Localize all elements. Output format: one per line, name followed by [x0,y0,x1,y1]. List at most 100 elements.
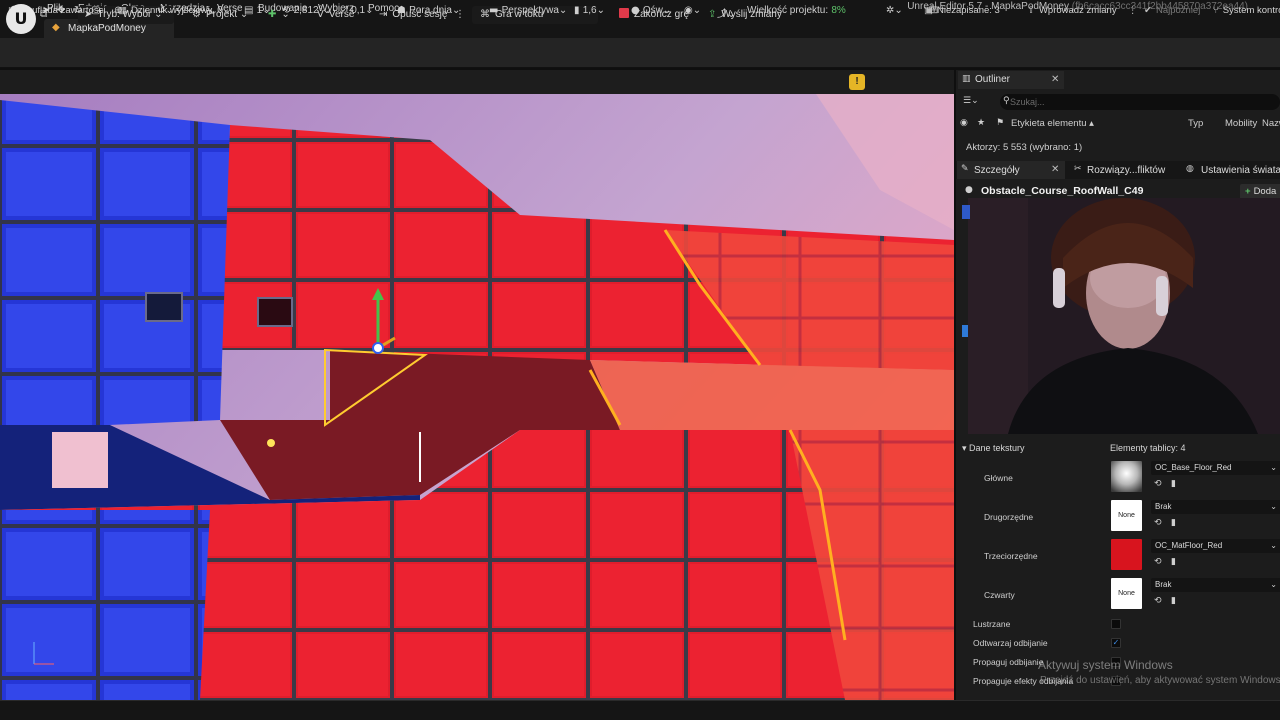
scale-snap-toggle[interactable]: ⤢ 0,1⌄ [340,5,373,16]
search-icon: ⚲ [1003,96,1010,106]
slot-main-thumbnail[interactable] [1111,461,1142,492]
level-icon: ◆ [52,22,60,33]
push-changes-icon: ⇪ [708,9,717,20]
prop-mirrored-checkbox[interactable] [1111,619,1121,629]
camera-speed-value: 1,6 [582,5,597,16]
outliner-search-input[interactable]: Szukaj... [1000,94,1280,110]
filter-icon[interactable]: ☰⌄ [963,96,979,106]
status-bar [0,700,1280,720]
scale-snap-value: 0,1 [351,5,366,16]
level-viewport[interactable] [0,70,954,700]
output-log-button[interactable]: ▦ Dziennik wyjściowy [118,5,212,16]
lighting-label: Ośw [642,5,663,16]
rotation-snap-toggle[interactable]: ⟲ 2,812°⌄ [282,5,331,16]
browse-folder-icon[interactable]: ▮ [1171,479,1176,489]
slot-tertiary-label: Trzeciorzędne [984,551,1038,561]
unreal-logo-icon[interactable]: U [6,4,36,34]
close-icon[interactable]: ✕ [1051,164,1059,175]
slot-main-dropdown[interactable]: OC_Base_Floor_Red ⌄ [1151,461,1280,475]
use-selected-icon[interactable]: ⟲ [1154,596,1162,606]
tab-conflicts[interactable]: Rozwiązy...fliktów [1087,165,1165,176]
show-flags-icon[interactable]: ◉⌄ [684,5,701,16]
column-extra-header[interactable]: Nazw [1262,118,1280,129]
time-of-day-dropdown[interactable]: ☗ Pora dnia⌄ [397,5,460,16]
actor-icon: ● [965,185,973,195]
tab-details-label: Szczegóły [974,165,1020,176]
grid-count-toggle[interactable]: ▤ 1⌄ [244,5,271,16]
use-selected-icon[interactable]: ⟲ [1154,557,1162,567]
upload-icon: ⇪ [1027,5,1035,16]
selected-object-name: Obstacle_Course_RoofWall_C49 [981,185,1144,197]
column-label-text: Etykieta elementu [1011,118,1087,129]
pin-icon[interactable]: ⚑ [996,118,1004,128]
browse-folder-icon[interactable]: ▮ [1171,596,1176,606]
perspective-dropdown[interactable]: ▬ Perspektywa⌄ [489,5,567,16]
latest-indicator: ✔ Najpóźniej [1144,5,1200,16]
slot-tertiary-thumbnail[interactable] [1111,539,1142,570]
perspective-label: Perspektywa [501,5,559,16]
edit-indicator-2 [962,325,968,337]
slot-fourth-thumbnail[interactable]: None [1111,578,1142,609]
slot-secondary-thumbnail[interactable]: None [1111,500,1142,531]
conflicts-icon: ✂ [1074,164,1082,174]
close-icon[interactable]: ✕ [1051,74,1059,85]
grid-count-value: 1 [256,5,263,16]
viewport-scene [0,70,954,700]
upload-changes-button[interactable]: ⇪ Wprowadź zmiany [1027,5,1117,16]
slot-main-value: OC_Base_Floor_Red [1155,463,1232,472]
prop-play-bounce-label: Odtwarzaj odbijanie [973,638,1048,648]
use-selected-icon[interactable]: ⟲ [1154,518,1162,528]
save-icon: ▣ [924,5,933,16]
details-icon: ✎ [961,164,969,174]
slot-tertiary-value: OC_MatFloor_Red [1155,541,1223,550]
unsaved-label: Niezapisane: 3 [936,5,1000,16]
slot-secondary-dropdown[interactable]: Brak ⌄ [1151,500,1280,514]
outliner-tab-label: Outliner [975,74,1011,85]
lighting-dropdown[interactable]: ● Ośw⌄ [631,5,671,16]
exit-icon: ⇥ [379,9,388,20]
browse-folder-icon[interactable]: ▮ [1171,557,1176,567]
webcam-overlay [968,198,1280,434]
slot-fourth-dropdown[interactable]: Brak ⌄ [1151,578,1280,592]
windows-activation-text: Przejdź do ustawień, aby aktywować syste… [1040,675,1280,686]
column-type-header[interactable]: Typ [1188,118,1203,129]
webcam-image [968,198,1280,434]
slot-tertiary-dropdown[interactable]: OC_MatFloor_Red ⌄ [1151,539,1280,553]
log-icon: ▦ [118,5,127,16]
array-elements-count: Elementy tablicy: 4 [1110,443,1186,453]
windows-activation-title: Aktywuj system Windows [1038,658,1173,672]
outliner-tab[interactable] [958,71,1064,89]
source-control-label: System kontroli [1222,5,1280,16]
viewport-toolbar [0,70,954,94]
slot-main-label: Główne [984,473,1013,483]
prop-mirrored-label: Lustrzane [973,619,1011,629]
viewport-settings-icon[interactable]: ✲⌄ [886,5,903,16]
star-icon[interactable]: ★ [977,118,985,128]
slot-fourth-label: Czwarty [984,590,1015,600]
camera-speed-dropdown[interactable]: ▮ 1,6⌄ [574,5,605,16]
visibility-icon[interactable]: ◉ [960,118,968,128]
unsaved-indicator[interactable]: ▣ Niezapisane: 3 [924,5,1000,16]
slot-fourth-value: Brak [1155,580,1172,589]
slot-secondary-label: Drugorzędne [984,512,1034,522]
more-options-icon[interactable]: ⋮ [1128,5,1142,16]
latest-label: Najpóźniej [1155,5,1201,16]
tab-world-settings[interactable]: Ustawienia świata [1201,165,1280,176]
project-size-value: 8% [831,5,846,16]
column-mobility-header[interactable]: Mobility [1225,118,1257,129]
world-icon: ◍ [1186,164,1194,174]
project-size-indicator: Wielkość projektu: 8% [747,5,846,16]
project-size-label: Wielkość projektu: [747,5,829,16]
prop-play-bounce-checkbox[interactable]: ✓ [1111,638,1121,648]
upload-changes-label: Wprowadź zmiany [1038,5,1117,16]
section-texture-data[interactable]: ▾ Dane tekstury [962,443,1025,454]
use-selected-icon[interactable]: ⟲ [1154,479,1162,489]
browse-folder-icon[interactable]: ▮ [1171,518,1176,528]
section-texture-label: Dane tekstury [969,443,1025,453]
column-label-header[interactable]: Etykieta elementu ▴ [1011,118,1094,129]
warning-icon[interactable]: ! [849,74,865,90]
realtime-icon[interactable]: ⤴⌄ [717,5,735,20]
rotation-snap-value: 2,812° [293,5,323,16]
source-control-button[interactable]: ⑂System kontroli [1213,5,1280,16]
prop-propagate-bounce-label: Propaguj odbijanie [973,657,1044,667]
